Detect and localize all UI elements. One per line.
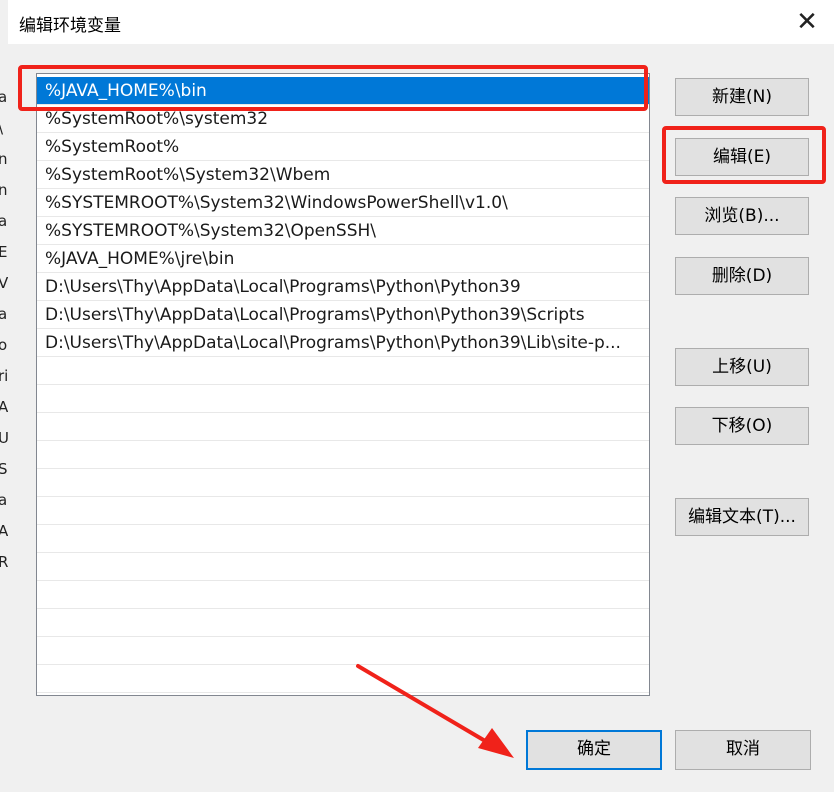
background-text-fragment: a [0,88,7,106]
delete-button[interactable]: 删除(D) [675,257,809,295]
move-down-button[interactable]: 下移(O) [675,407,809,445]
path-list-item[interactable]: %SystemRoot%\system32 [37,105,649,133]
path-list-item[interactable]: %SYSTEMROOT%\System32\OpenSSH\ [37,217,649,245]
background-text-fragment: o [0,336,7,354]
path-list-item-text: %SystemRoot%\System32\Wbem [45,165,331,185]
background-text-fragment: \ [0,119,3,137]
close-icon[interactable]: ✕ [790,6,824,38]
path-list-empty-row[interactable] [37,469,649,497]
background-text-fragment: a [0,305,7,323]
path-list[interactable]: %JAVA_HOME%\bin %SystemRoot%\system32 %Sys… [36,73,650,696]
path-list-empty-row[interactable] [37,581,649,609]
title-bar: 编辑环境变量 ✕ [8,0,834,44]
new-button[interactable]: 新建(N) [675,78,809,116]
path-list-item-text: D:\Users\Thy\AppData\Local\Programs\Pyth… [45,277,521,297]
dialog-title: 编辑环境变量 [19,16,121,36]
path-list-empty-row[interactable] [37,357,649,385]
path-list-empty-row[interactable] [37,637,649,665]
path-list-empty-row[interactable] [37,497,649,525]
path-list-item-text: %JAVA_HOME%\bin [45,81,207,101]
path-list-item[interactable]: D:\Users\Thy\AppData\Local\Programs\Pyth… [37,329,649,357]
path-list-item-text: %SYSTEMROOT%\System32\OpenSSH\ [45,221,377,241]
move-up-button[interactable]: 上移(U) [675,348,809,386]
path-list-item[interactable]: D:\Users\Thy\AppData\Local\Programs\Pyth… [37,301,649,329]
path-list-empty-row[interactable] [37,553,649,581]
path-list-item-text: %JAVA_HOME%\jre\bin [45,249,235,269]
ok-button[interactable]: 确定 [526,730,662,770]
path-list-item[interactable]: %JAVA_HOME%\bin [37,77,649,105]
background-text-fragment: a [0,212,7,230]
cancel-button[interactable]: 取消 [675,730,811,770]
background-text-fragment: n [0,150,8,168]
background-text-fragment: S [0,460,8,478]
browse-button[interactable]: 浏览(B)... [675,197,809,235]
path-list-empty-row[interactable] [37,609,649,637]
edit-env-var-dialog: 编辑环境变量 ✕ %JAVA_HOME%\bin %SystemRoot%\sys… [8,0,834,792]
path-list-item-text: D:\Users\Thy\AppData\Local\Programs\Pyth… [45,305,585,325]
path-list-empty-row[interactable] [37,413,649,441]
path-list-empty-row[interactable] [37,385,649,413]
path-list-item-text: %SystemRoot%\system32 [45,109,269,129]
path-list-item-text: %SYSTEMROOT%\System32\WindowsPowerShell\… [45,193,508,213]
path-list-item-text: %SystemRoot% [45,137,180,157]
path-list-item[interactable]: %SystemRoot% [37,133,649,161]
path-list-item[interactable]: %JAVA_HOME%\jre\bin [37,245,649,273]
edit-button[interactable]: 编辑(E) [675,138,809,176]
background-text-fragment: n [0,181,8,199]
path-list-item-text: D:\Users\Thy\AppData\Local\Programs\Pyth… [45,333,621,353]
path-list-empty-row[interactable] [37,441,649,469]
path-list-item[interactable]: %SystemRoot%\System32\Wbem [37,161,649,189]
path-list-item[interactable]: D:\Users\Thy\AppData\Local\Programs\Pyth… [37,273,649,301]
background-text-fragment: E [0,243,7,261]
edit-text-button[interactable]: 编辑文本(T)... [675,498,809,536]
background-text-fragment: a [0,491,7,509]
path-list-empty-row[interactable] [37,525,649,553]
path-list-item[interactable]: %SYSTEMROOT%\System32\WindowsPowerShell\… [37,189,649,217]
path-list-empty-row[interactable] [37,665,649,693]
